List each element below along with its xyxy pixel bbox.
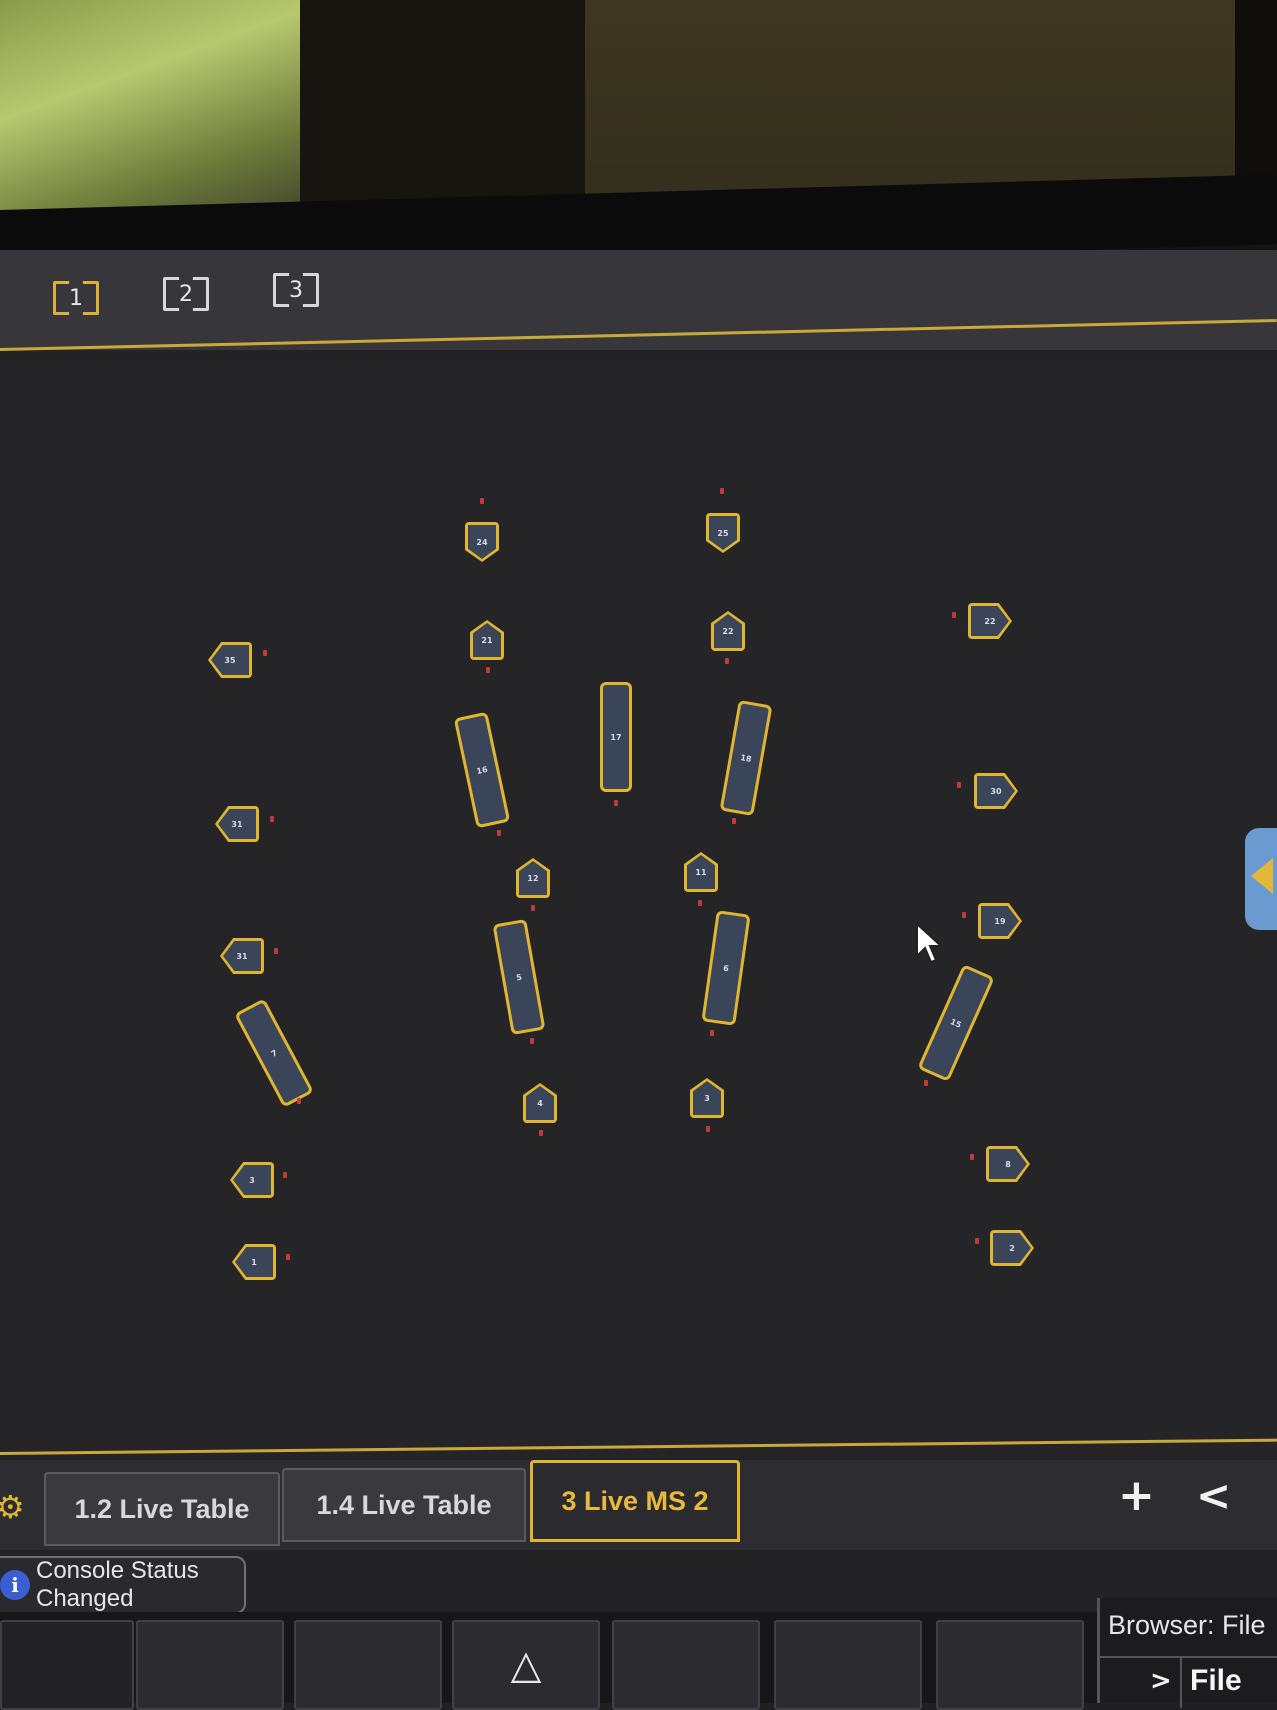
fixture-31-upper-label: 31 — [218, 809, 256, 839]
fixture-19-label: 19 — [981, 906, 1019, 936]
fixture-25-indicator — [720, 488, 724, 494]
fixture-17[interactable]: 17 — [600, 682, 632, 792]
layout-button-2-label: 2 — [179, 281, 193, 307]
fixture-16-indicator — [497, 830, 501, 836]
tab-3-label: 3 Live MS 2 — [561, 1485, 709, 1516]
fixture-11-indicator — [698, 900, 702, 906]
info-icon: i — [0, 1570, 30, 1600]
fixture-24-label: 24 — [468, 525, 496, 559]
fixture-31-lower-indicator — [274, 948, 278, 954]
fixture-22-right-indicator — [952, 612, 956, 618]
fixture-6-label: 6 — [722, 963, 730, 973]
fixture-2-indicator — [975, 1238, 979, 1244]
fixture-5-indicator — [530, 1038, 534, 1044]
fixture-7-indicator — [297, 1098, 301, 1104]
softkey-2[interactable] — [136, 1620, 284, 1710]
softkey-5[interactable] — [612, 1620, 760, 1710]
fixture-19-indicator — [962, 912, 966, 918]
layout-button-3[interactable]: 3 — [270, 270, 322, 310]
softkey-up-button[interactable]: △ — [452, 1620, 600, 1710]
fixture-22-top-label: 22 — [714, 614, 742, 648]
fixture-21-label: 21 — [473, 623, 501, 657]
softkey-7[interactable] — [936, 1620, 1084, 1710]
layout-button-2[interactable]: 2 — [160, 274, 212, 314]
console-status-toast[interactable]: i Console Status Changed — [0, 1556, 246, 1614]
fixture-35-indicator — [263, 650, 267, 656]
fixture-17-label: 17 — [610, 732, 622, 742]
fixture-22-right-label: 22 — [971, 606, 1009, 636]
collapse-tabs-button[interactable]: < — [1196, 1474, 1231, 1518]
fixture-5-label: 5 — [515, 972, 523, 982]
status-line-1: Console Status — [36, 1557, 199, 1584]
browser-panel: Browser: File > File — [1097, 1598, 1277, 1708]
fixture-7-label: 7 — [269, 1047, 279, 1059]
fixture-35-label: 35 — [211, 645, 249, 675]
fixture-3-label: 3 — [693, 1081, 721, 1115]
room-window — [0, 0, 300, 235]
fixture-18-label: 18 — [739, 752, 753, 764]
status-message: Console Status Changed — [36, 1557, 199, 1613]
fixture-1-indicator — [286, 1254, 290, 1260]
fixture-4-indicator — [539, 1130, 543, 1136]
browser-header: Browser: File — [1108, 1610, 1266, 1640]
browser-file-item: File — [1190, 1664, 1242, 1697]
browser-file-row[interactable]: > File — [1100, 1656, 1277, 1708]
fixture-3-indicator — [706, 1126, 710, 1132]
add-tab-button[interactable]: + — [1118, 1474, 1155, 1518]
fixture-1-upper-label: 3 — [233, 1165, 271, 1195]
fixture-16-label: 16 — [475, 764, 489, 776]
softkey-6[interactable] — [774, 1620, 922, 1710]
tab-1-4-label: 1.4 Live Table — [316, 1489, 492, 1520]
fixture-22-top-indicator — [725, 658, 729, 664]
fixture-18-indicator — [732, 818, 736, 824]
fixture-31-lower-label: 31 — [223, 941, 261, 971]
fixture-25-label: 25 — [709, 516, 737, 550]
gear-icon[interactable]: ⚙ — [0, 1491, 25, 1523]
up-triangle-icon: △ — [510, 1642, 542, 1688]
tab-1-2-live-table[interactable]: 1.2 Live Table — [44, 1472, 280, 1546]
status-line-2: Changed — [36, 1585, 134, 1612]
fixture-12-label: 12 — [519, 861, 547, 895]
fixture-17-indicator — [614, 800, 618, 806]
fixture-2-label: 2 — [993, 1233, 1031, 1263]
softkey-1[interactable] — [0, 1620, 134, 1710]
fixture-21-indicator — [486, 667, 490, 673]
fixture-4-label: 4 — [526, 1086, 554, 1120]
fixture-11-label: 11 — [687, 855, 715, 889]
side-app-icon[interactable] — [1245, 828, 1277, 930]
fixture-12-indicator — [531, 905, 535, 911]
fixture-8-indicator — [970, 1154, 974, 1160]
fixture-24-indicator — [480, 498, 484, 504]
softkey-3[interactable] — [294, 1620, 442, 1710]
fixture-30-label: 30 — [977, 776, 1015, 806]
magic-sheet-stage[interactable] — [0, 358, 1277, 1458]
fixture-1-label: 1 — [235, 1247, 273, 1277]
tab-1-4-live-table[interactable]: 1.4 Live Table — [282, 1468, 526, 1542]
browser-separator — [1180, 1658, 1182, 1708]
fixture-31-upper-indicator — [270, 816, 274, 822]
mouse-cursor-icon — [916, 922, 943, 964]
fixture-1-upper-indicator — [283, 1172, 287, 1178]
tab-1-2-label: 1.2 Live Table — [74, 1493, 250, 1524]
fixture-6-indicator — [710, 1030, 714, 1036]
layout-button-1-label: 1 — [69, 285, 83, 311]
fixture-8-label: 8 — [989, 1149, 1027, 1179]
fixture-15-label: 15 — [949, 1016, 963, 1030]
tab-3-live-ms-2[interactable]: 3 Live MS 2 — [530, 1460, 740, 1542]
chevron-right-icon: > — [1150, 1666, 1172, 1696]
fixture-30-indicator — [957, 782, 961, 788]
layout-button-3-label: 3 — [289, 277, 303, 303]
fixture-15-indicator — [924, 1080, 928, 1086]
layout-button-1[interactable]: 1 — [50, 278, 102, 318]
